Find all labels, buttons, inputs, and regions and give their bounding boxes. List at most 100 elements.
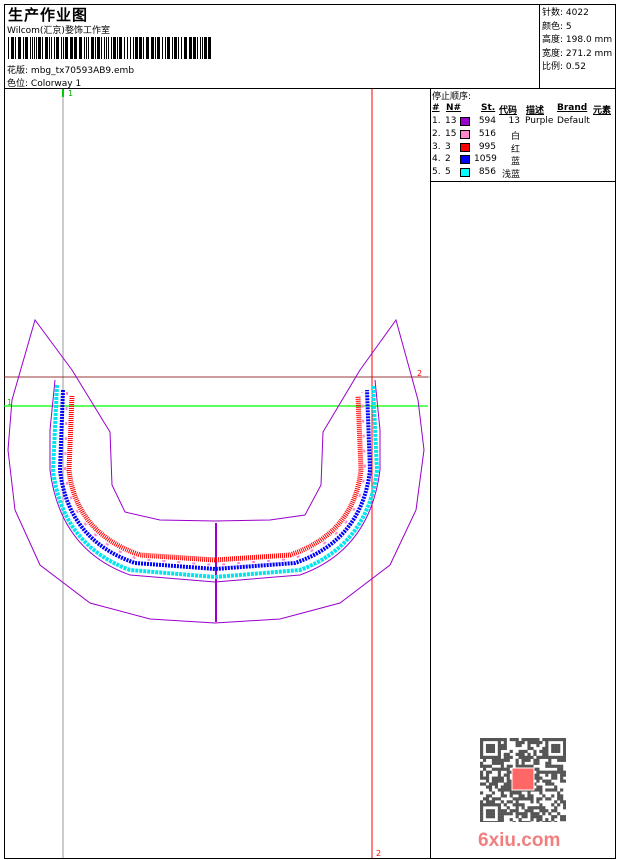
qr-module (542, 770, 546, 774)
qr-module (554, 821, 558, 822)
qr-module (485, 815, 490, 819)
qr-module (563, 818, 566, 822)
qr-module (482, 755, 487, 759)
qr-module (491, 803, 496, 807)
qr-module (563, 738, 566, 742)
qr-module (539, 797, 543, 801)
qr-module (518, 821, 522, 822)
qr-module (545, 821, 549, 822)
marker-label: 2 (417, 369, 422, 378)
qr-module (488, 812, 493, 816)
qr-module (542, 806, 546, 810)
qr-module (533, 738, 537, 742)
qr-module (488, 821, 493, 822)
qr-module (557, 749, 561, 754)
seal-stamp (511, 767, 535, 791)
qr-module (521, 764, 525, 768)
qr-module (563, 803, 566, 807)
qr-module (506, 758, 510, 762)
qr-module (554, 788, 558, 792)
qr-module (560, 788, 564, 792)
qr-module (506, 779, 510, 783)
qr-module (506, 785, 510, 789)
qr-module (480, 818, 484, 822)
qr-module (503, 746, 507, 751)
qr-module (551, 803, 555, 807)
qr-module (533, 812, 537, 816)
qr-module (509, 818, 513, 822)
qr-module (539, 809, 543, 813)
qr-module (530, 797, 534, 801)
qr-module (491, 821, 496, 822)
qr-module (551, 815, 555, 819)
qr-module (524, 815, 528, 819)
embroidery-preview: 1 1 2 2 (4, 89, 430, 858)
qr-module (557, 797, 561, 801)
qr-module (554, 738, 558, 742)
qr-module (500, 812, 504, 816)
qr-module (524, 812, 528, 816)
qr-module (527, 821, 531, 822)
qr-module (482, 764, 487, 768)
qr-module (542, 821, 546, 822)
qr-module (521, 749, 525, 754)
marker-label: 1 (68, 89, 73, 98)
qr-module (480, 749, 484, 754)
qr-module (488, 800, 493, 804)
qr-module (480, 770, 484, 774)
qr-module (480, 803, 484, 807)
qr-module (563, 743, 566, 748)
qr-module (503, 794, 507, 798)
qr-module (485, 797, 490, 801)
qr-module (554, 746, 558, 751)
qr-module (494, 738, 498, 742)
qr-module (506, 800, 510, 804)
qr-module (524, 755, 528, 759)
qr-module (554, 743, 558, 748)
qr-module (521, 752, 525, 756)
qr-module (557, 794, 561, 798)
qr-module (491, 809, 496, 813)
qr-module (491, 749, 496, 754)
qr-module (521, 738, 525, 742)
qr-module (527, 758, 531, 762)
qr-module (509, 755, 513, 759)
qr-module (542, 749, 546, 754)
qr-module (548, 758, 552, 762)
qr-module (560, 794, 564, 798)
qr-module (527, 791, 531, 795)
qr-module (485, 746, 490, 751)
qr-module (485, 821, 490, 822)
qr-module (488, 764, 493, 768)
qr-module (491, 776, 496, 780)
qr-module (497, 776, 501, 780)
qr-module (560, 758, 564, 762)
qr-module (497, 761, 501, 765)
qr-module (491, 779, 496, 783)
qr-module (524, 764, 528, 768)
qr-module (542, 738, 546, 742)
qr-module (524, 749, 528, 754)
qr-module (551, 818, 555, 822)
qr-module (515, 800, 519, 804)
qr-module (485, 803, 490, 807)
qr-module (521, 755, 525, 759)
qr-module (488, 785, 493, 789)
qr-module (491, 812, 496, 816)
qr-code (480, 738, 566, 822)
qr-module (509, 764, 513, 768)
qr-module (548, 761, 552, 765)
qr-module (545, 755, 549, 759)
qr-module (548, 738, 552, 742)
qr-module (545, 773, 549, 777)
qr-module (527, 809, 531, 813)
qr-module (551, 738, 555, 742)
qr-module (506, 806, 510, 810)
qr-module (551, 809, 555, 813)
qr-module (480, 809, 484, 813)
qr-module (560, 818, 564, 822)
qr-module (548, 821, 552, 822)
qr-module (548, 812, 552, 816)
qr-module (497, 809, 501, 813)
qr-module (560, 770, 564, 774)
